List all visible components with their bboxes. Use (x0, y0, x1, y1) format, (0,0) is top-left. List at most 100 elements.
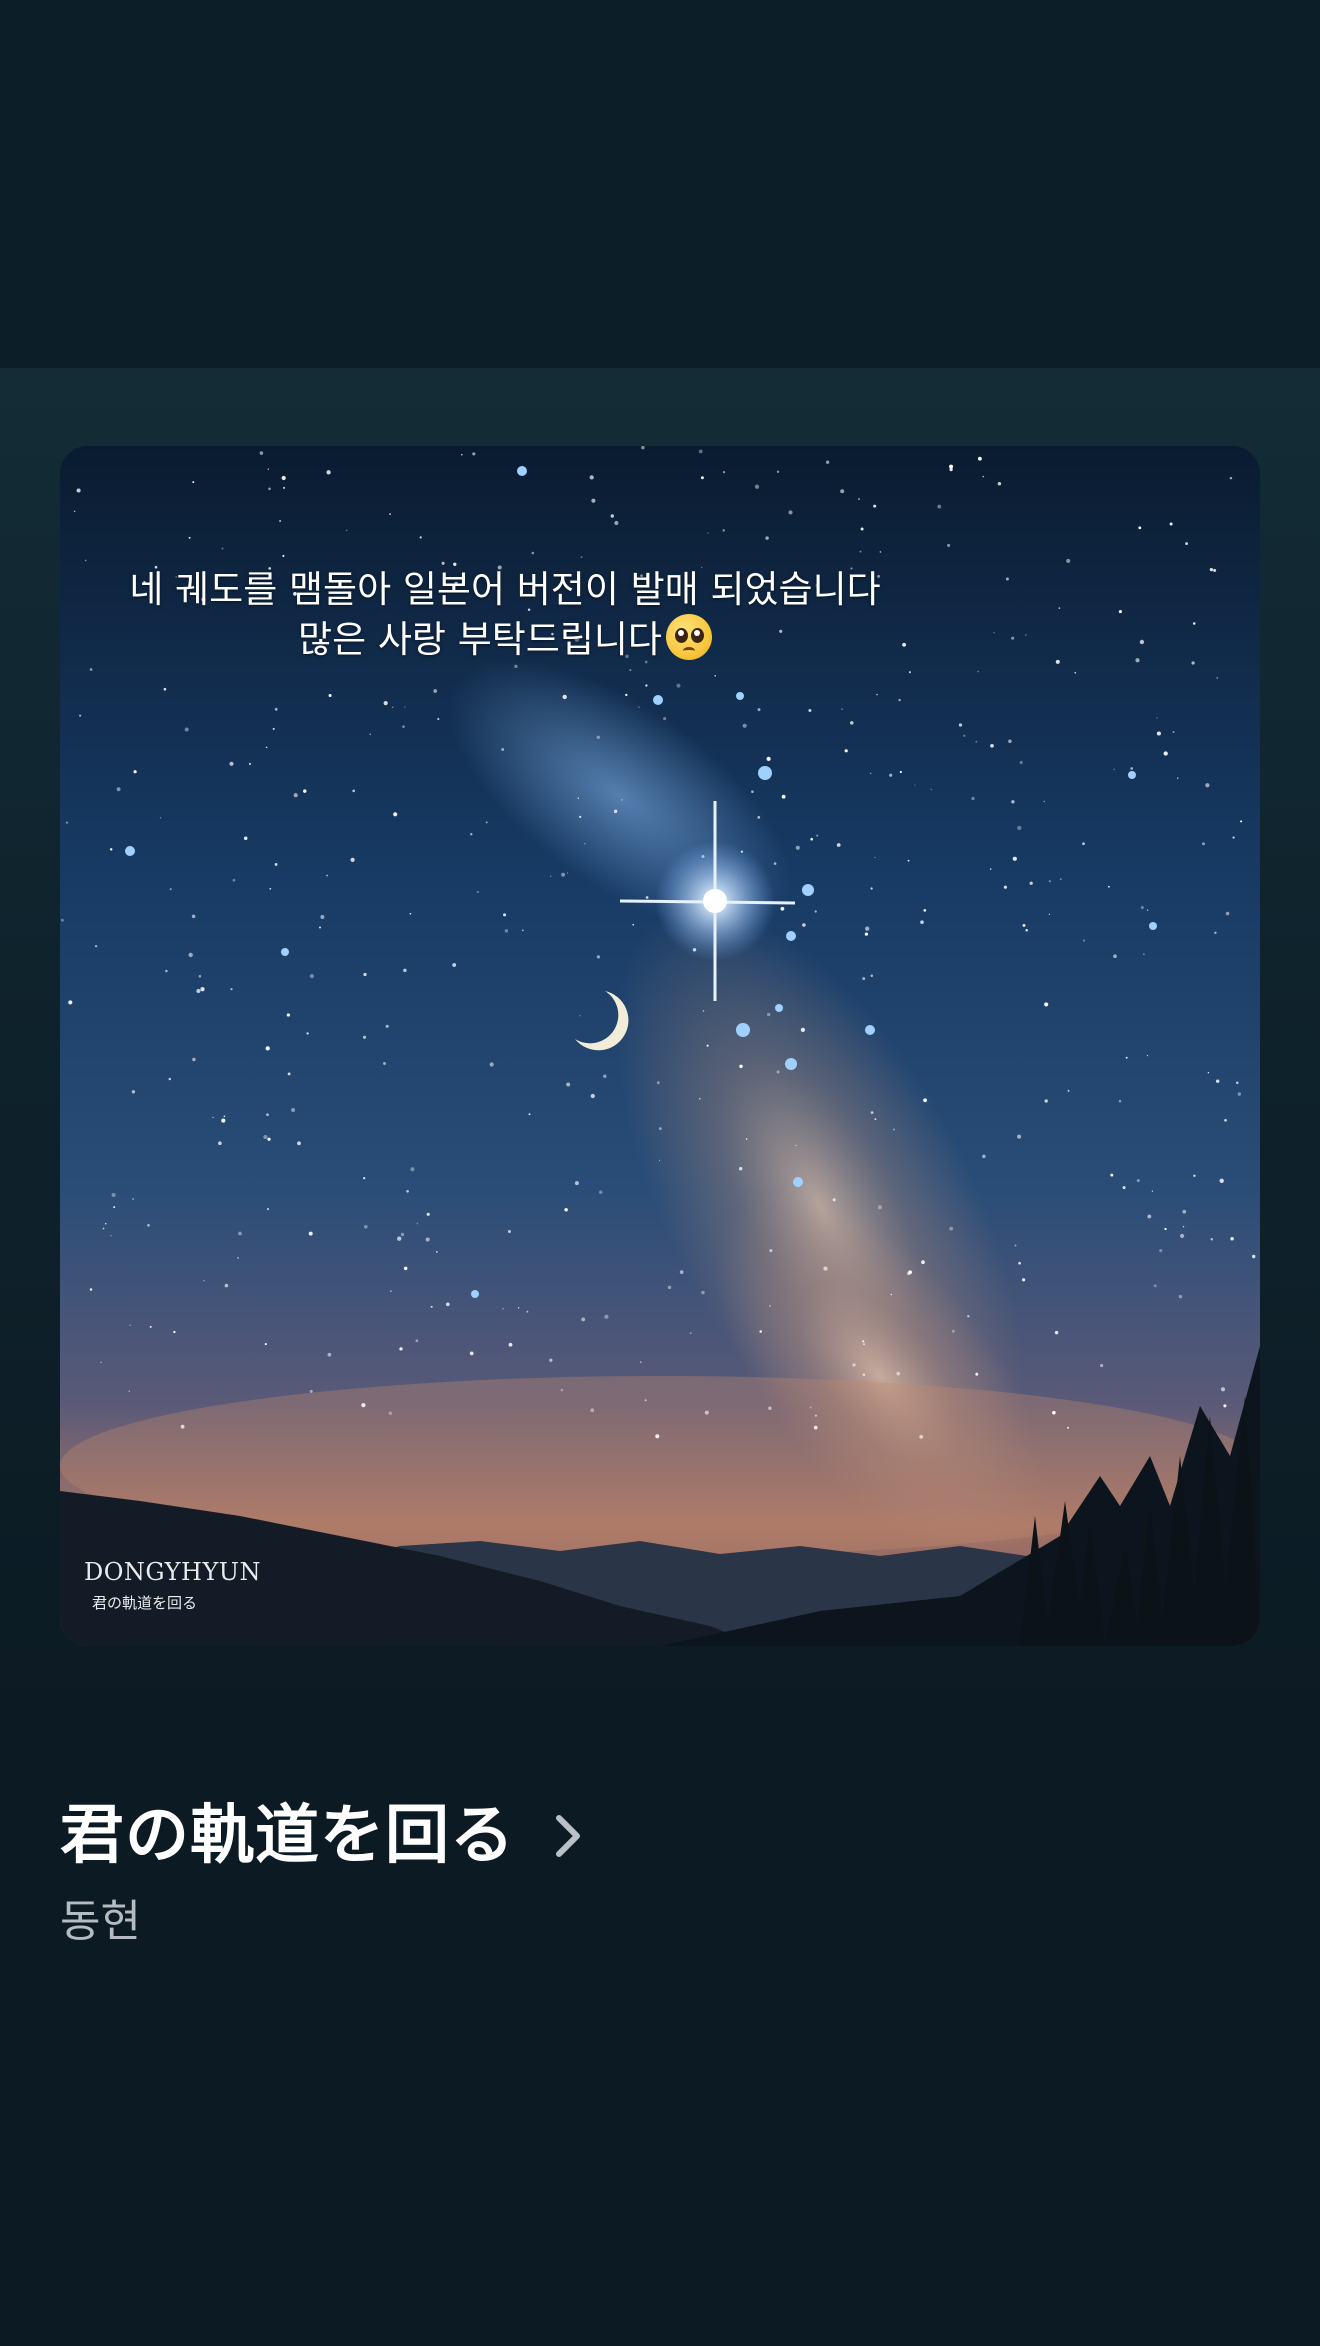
star (1118, 610, 1122, 614)
star (689, 1332, 692, 1335)
star (1074, 671, 1077, 674)
star (814, 1414, 817, 1417)
star (528, 1113, 531, 1116)
star (308, 1231, 313, 1236)
star (94, 944, 98, 948)
pleading-face-emoji-icon (665, 614, 712, 660)
star (1156, 717, 1158, 719)
star (1153, 1284, 1157, 1288)
star (111, 1192, 116, 1198)
star (243, 836, 248, 841)
star (521, 929, 524, 932)
star (230, 988, 233, 991)
star (1229, 476, 1233, 480)
star (852, 1363, 856, 1367)
star (698, 449, 703, 454)
star (68, 1000, 73, 1005)
star (1021, 1278, 1026, 1282)
caption-line-2-text: 많은 사랑 부탁드립니다 (298, 618, 662, 661)
star (997, 481, 1002, 486)
star (1052, 1410, 1056, 1415)
star (1136, 1179, 1140, 1183)
star (1172, 731, 1175, 734)
star (865, 926, 870, 931)
star (613, 809, 618, 814)
star (265, 746, 268, 749)
star (1017, 825, 1022, 831)
star (859, 550, 862, 553)
star (768, 1406, 772, 1411)
star (1210, 1237, 1214, 1241)
star (504, 929, 509, 933)
star (679, 1270, 684, 1274)
star (352, 789, 356, 793)
star (700, 476, 704, 480)
star (769, 1249, 773, 1253)
star (873, 504, 877, 508)
star (580, 556, 583, 558)
star (781, 794, 786, 799)
star (566, 872, 569, 874)
star (1213, 568, 1217, 572)
star (876, 693, 878, 696)
star (73, 510, 76, 513)
star (1237, 1092, 1241, 1096)
track-title-link[interactable]: 君の軌道を回る (60, 1796, 583, 1876)
star (1177, 777, 1179, 779)
star (776, 1070, 780, 1074)
story-card[interactable]: 네 궤도를 맴돌아 일본어 버전이 발매 되었습니다 많은 사랑 부탁드립니다 … (60, 446, 1260, 1646)
star (892, 1128, 896, 1131)
star (403, 968, 407, 973)
star (272, 727, 275, 730)
star (419, 536, 422, 539)
star (604, 1314, 609, 1319)
star (862, 977, 866, 981)
star (1138, 526, 1142, 530)
star (425, 1237, 430, 1242)
star (501, 748, 505, 751)
star (1147, 1214, 1152, 1219)
star (982, 475, 985, 478)
star (667, 1285, 672, 1290)
star (404, 706, 406, 708)
star (614, 520, 619, 526)
star (489, 1062, 494, 1067)
star (393, 812, 398, 817)
star (795, 845, 800, 850)
star (1163, 751, 1168, 756)
star (975, 1372, 979, 1376)
star (89, 1288, 93, 1291)
star (990, 743, 994, 748)
star (84, 559, 87, 562)
star (1058, 607, 1061, 609)
star (808, 709, 812, 712)
star (269, 887, 272, 890)
star (640, 1361, 642, 1363)
star (1182, 1209, 1187, 1214)
star (564, 1208, 568, 1212)
star (470, 833, 473, 836)
star (1180, 1233, 1185, 1238)
star (907, 859, 910, 862)
star (291, 1108, 296, 1112)
star (198, 974, 202, 978)
star (361, 1402, 366, 1408)
artist-name[interactable]: 동현 (60, 1894, 141, 1950)
star (975, 740, 978, 743)
star (1011, 636, 1015, 640)
artwork-watermark-title: DONGYHYUN (84, 1558, 262, 1586)
star (129, 1324, 131, 1326)
star (1055, 659, 1060, 664)
star (328, 693, 332, 698)
star (1067, 1089, 1070, 1092)
star (327, 1352, 332, 1357)
star (874, 856, 876, 859)
star (1142, 953, 1145, 956)
star (1140, 906, 1144, 910)
star (508, 1342, 513, 1347)
star (862, 1340, 865, 1343)
star (319, 926, 321, 929)
star (1205, 783, 1210, 788)
star (1059, 878, 1062, 881)
star (949, 467, 953, 472)
